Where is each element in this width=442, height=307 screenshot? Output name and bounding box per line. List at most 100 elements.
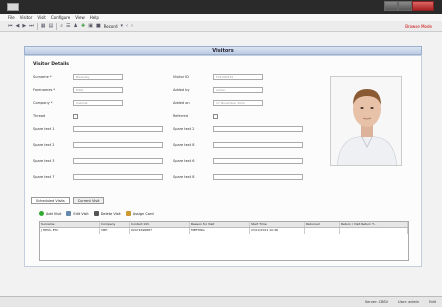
last-record-icon[interactable]: ⏭ <box>29 23 34 30</box>
table-cell: 23/12/2011 10:48 <box>250 228 305 234</box>
menu-visit[interactable]: Visit <box>37 15 46 20</box>
surname-input[interactable]: Blackaby <box>73 74 123 80</box>
panel-title: Visitors <box>24 46 422 55</box>
grid-view-icon[interactable]: ▦ <box>41 23 46 30</box>
next-record-icon[interactable]: ▶ <box>22 23 26 30</box>
record-icon[interactable]: ■ <box>96 23 101 30</box>
spare-text-8-field: Spare text 8 <box>173 142 303 148</box>
save-icon[interactable]: ▣ <box>88 23 93 30</box>
added-on-field: Added on 17 November 2011 <box>173 100 263 106</box>
added-by-input[interactable]: admin <box>213 87 263 93</box>
assign-card-button[interactable]: Assign Card <box>125 211 154 216</box>
visitor-panel: Visitor Details Surname * Blackaby Foren… <box>24 55 422 267</box>
menu-file[interactable]: File <box>8 15 15 20</box>
add-record-icon[interactable]: ✚ <box>81 23 85 30</box>
form-view-icon[interactable]: ▤ <box>48 23 53 30</box>
add-visit-button[interactable]: Add Visit <box>39 211 61 216</box>
close-button[interactable] <box>412 1 434 11</box>
visitor-id-input[interactable]: FV1000032 <box>213 74 263 80</box>
edit-icon <box>66 211 72 216</box>
app-window: File Visitor Visit Configure View Help ⏮… <box>0 0 442 307</box>
field-label: Spare text 7 <box>33 175 55 179</box>
edit-status: Edit <box>429 300 436 304</box>
visits-table: Surname Company Contact Info Reason for … <box>39 221 409 261</box>
dropdown-icon[interactable]: ▾ <box>121 23 124 30</box>
delete-visit-button[interactable]: Delete Visit <box>93 211 121 216</box>
spare-text-8-input[interactable] <box>213 142 303 148</box>
spare-text-7-field: Spare text 7 <box>33 174 163 180</box>
previous-record-icon[interactable]: ◀ <box>16 23 20 30</box>
card-icon <box>125 211 131 216</box>
users-icon[interactable]: ♟ <box>74 23 78 30</box>
column-header[interactable]: Return / Visit Return T... <box>340 222 408 227</box>
spare-text-3-field: Spare text 3 <box>33 158 163 164</box>
spare-text-1-input[interactable] <box>73 126 163 132</box>
company-input[interactable]: Cabinet <box>73 100 123 106</box>
title-bar <box>0 0 442 14</box>
menu-view[interactable]: View <box>75 15 85 20</box>
field-label: Forenames * <box>33 88 56 92</box>
window-controls <box>384 1 434 11</box>
field-label: Visitor ID <box>173 75 189 79</box>
field-label: Spare text 1 <box>33 127 55 131</box>
forenames-field: Forenames * Elliot <box>33 87 123 93</box>
next-icon[interactable]: › <box>131 23 133 30</box>
menu-help[interactable]: Help <box>90 15 99 20</box>
field-label: Spare text 8 <box>173 175 195 179</box>
spare-text-2-field: Spare text 2 <box>33 142 163 148</box>
field-label: Spare text 3 <box>33 159 55 163</box>
table-row[interactable]: J HESS, ETC CBH 02071696887 MEETING 23/1… <box>40 228 408 234</box>
app-icon <box>7 3 19 11</box>
spare-text-8b-input[interactable] <box>213 174 303 180</box>
list-icon[interactable]: ☰ <box>66 23 70 30</box>
spare-text-3-input[interactable] <box>73 158 163 164</box>
spare-text-6-field: Spare text 6 <box>173 158 303 164</box>
first-record-icon[interactable]: ⏮ <box>8 23 13 30</box>
toolbar-separator <box>56 22 58 30</box>
tab-current-visit[interactable]: Current Visit <box>72 197 105 204</box>
added-by-field: Added by admin <box>173 87 263 93</box>
visit-actions: Add Visit Edit Visit Delete Visit Assign… <box>39 211 154 216</box>
field-label: Added on <box>173 101 190 105</box>
forenames-input[interactable]: Elliot <box>73 87 123 93</box>
spare-text-2b-input[interactable] <box>213 126 303 132</box>
column-header[interactable]: Company <box>100 222 130 227</box>
edit-visit-button[interactable]: Edit Visit <box>66 211 89 216</box>
spare-text-2b-field: Spare text 2 <box>173 126 303 132</box>
delete-visit-label: Delete Visit <box>100 211 121 216</box>
field-label: Spare text 8 <box>173 143 195 147</box>
field-label: Thread <box>33 114 46 118</box>
menu-bar: File Visitor Visit Configure View Help <box>0 14 442 21</box>
find-icon[interactable]: ⌕ <box>60 23 63 30</box>
field-label: Spare text 2 <box>173 127 195 131</box>
table-cell: 02071696887 <box>130 228 190 234</box>
thread-checkbox[interactable] <box>73 113 78 119</box>
column-header[interactable]: Start Time <box>250 222 305 227</box>
company-field: Company * Cabinet <box>33 100 123 106</box>
spare-text-7-input[interactable] <box>73 174 163 180</box>
column-header[interactable]: Contact Info <box>130 222 190 227</box>
spare-text-2-input[interactable] <box>73 142 163 148</box>
edit-visit-label: Edit Visit <box>73 211 89 216</box>
visitor-photo[interactable] <box>330 76 402 166</box>
column-header[interactable]: Surname <box>40 222 100 227</box>
referred-checkbox[interactable] <box>213 113 218 119</box>
field-label: Referred <box>173 114 188 118</box>
menu-visitor[interactable]: Visitor <box>20 15 33 20</box>
visit-tabs: Scheduled Visits Current Visit <box>31 197 105 204</box>
column-header[interactable]: Reason for Visit <box>190 222 250 227</box>
column-header[interactable]: Returned <box>305 222 340 227</box>
menu-configure[interactable]: Configure <box>51 15 70 20</box>
browse-mode-indicator: Browse Mode <box>405 24 432 29</box>
delete-icon <box>93 211 99 216</box>
spare-text-6-input[interactable] <box>213 158 303 164</box>
maximize-button[interactable] <box>398 1 412 11</box>
field-label: Spare text 2 <box>33 143 55 147</box>
visitor-portrait-image <box>331 77 401 165</box>
field-label: Surname * <box>33 75 52 79</box>
field-label: Spare text 6 <box>173 159 195 163</box>
prev-icon[interactable]: ‹ <box>126 23 128 30</box>
added-on-input[interactable]: 17 November 2011 <box>213 100 263 106</box>
minimize-button[interactable] <box>384 1 398 11</box>
tab-scheduled-visits[interactable]: Scheduled Visits <box>31 197 70 204</box>
